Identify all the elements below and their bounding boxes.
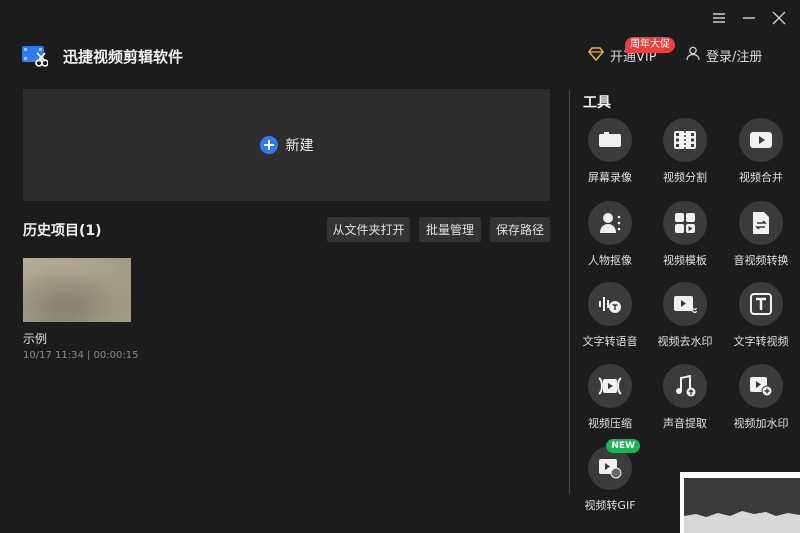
login-button[interactable]: 登录/注册 [686,46,762,65]
tool-av-convert[interactable]: 音视频转换 [721,201,800,268]
user-icon [686,46,700,65]
plus-icon [259,136,278,154]
tool-video-to-gif[interactable]: NEW 视频转GIF [570,439,650,513]
app-logo-icon [22,44,49,68]
tool-video-compress[interactable]: 视频压缩 [570,364,650,431]
window-controls [712,10,786,25]
app-title: 迅捷视频剪辑软件 [63,48,184,66]
person-cutout-icon [588,201,632,245]
tool-label: 视频压缩 [588,417,632,430]
tool-label: 视频转GIF [584,499,636,512]
vip-promo-badge: 周年大促 [625,37,675,53]
project-name[interactable]: 示例 [23,330,47,347]
tool-text-to-speech[interactable]: 文字转语音 [570,282,650,349]
menu-icon[interactable] [712,10,726,24]
tool-video-split[interactable]: 视频分割 [645,118,725,185]
text-to-speech-icon [588,282,632,326]
project-meta: 10/17 11:34 | 00:00:15 [23,350,139,361]
tool-label: 音视频转换 [733,254,789,267]
save-path-button[interactable]: 保存路径 [490,217,550,242]
project-thumbnail[interactable] [23,258,131,322]
minimize-icon[interactable] [742,10,756,24]
add-watermark-icon [739,364,783,408]
template-icon [663,201,707,245]
tool-video-template[interactable]: 视频模板 [645,201,725,268]
tool-remove-watermark[interactable]: 视频去水印 [645,282,725,349]
film-split-icon [663,118,707,162]
tool-add-watermark[interactable]: 视频加水印 [721,364,800,431]
diamond-icon [588,46,604,65]
tool-audio-extract[interactable]: 声音提取 [645,364,725,431]
tool-label: 视频分割 [663,171,707,184]
tool-label: 视频加水印 [733,417,789,430]
open-folder-button[interactable]: 从文件夹打开 [327,217,410,242]
preview-panel [680,472,800,533]
batch-manage-button[interactable]: 批量管理 [419,217,481,242]
compress-icon [588,364,632,408]
history-title: 历史项目(1) [23,223,102,239]
tool-label: 屏幕录像 [588,171,632,184]
tool-label: 视频模板 [663,254,707,267]
tool-label: 声音提取 [663,417,707,430]
tool-screen-record[interactable]: 屏幕录像 [570,118,650,185]
new-project-label: 新建 [285,138,314,154]
camera-icon [588,118,632,162]
gif-icon: NEW [588,439,640,490]
tool-text-to-video[interactable]: 文字转视频 [721,282,800,349]
convert-icon [739,201,783,245]
tool-video-merge[interactable]: 视频合并 [721,118,800,185]
new-tag-badge: NEW [606,439,640,453]
remove-watermark-icon [663,282,707,326]
tool-label: 视频合并 [739,171,783,184]
tool-person-cutout[interactable]: 人物抠像 [570,201,650,268]
tool-label: 人物抠像 [588,254,632,267]
text-to-video-icon [739,282,783,326]
preview-image [684,478,800,533]
video-merge-icon [739,118,783,162]
tool-label: 文字转语音 [582,335,638,348]
audio-extract-icon [663,364,707,408]
tools-title: 工具 [583,95,611,111]
tool-label: 视频去水印 [657,335,713,348]
tool-label: 文字转视频 [733,335,789,348]
login-label: 登录/注册 [706,50,763,65]
close-icon[interactable] [772,10,786,25]
new-project-button[interactable]: 新建 [23,89,550,201]
